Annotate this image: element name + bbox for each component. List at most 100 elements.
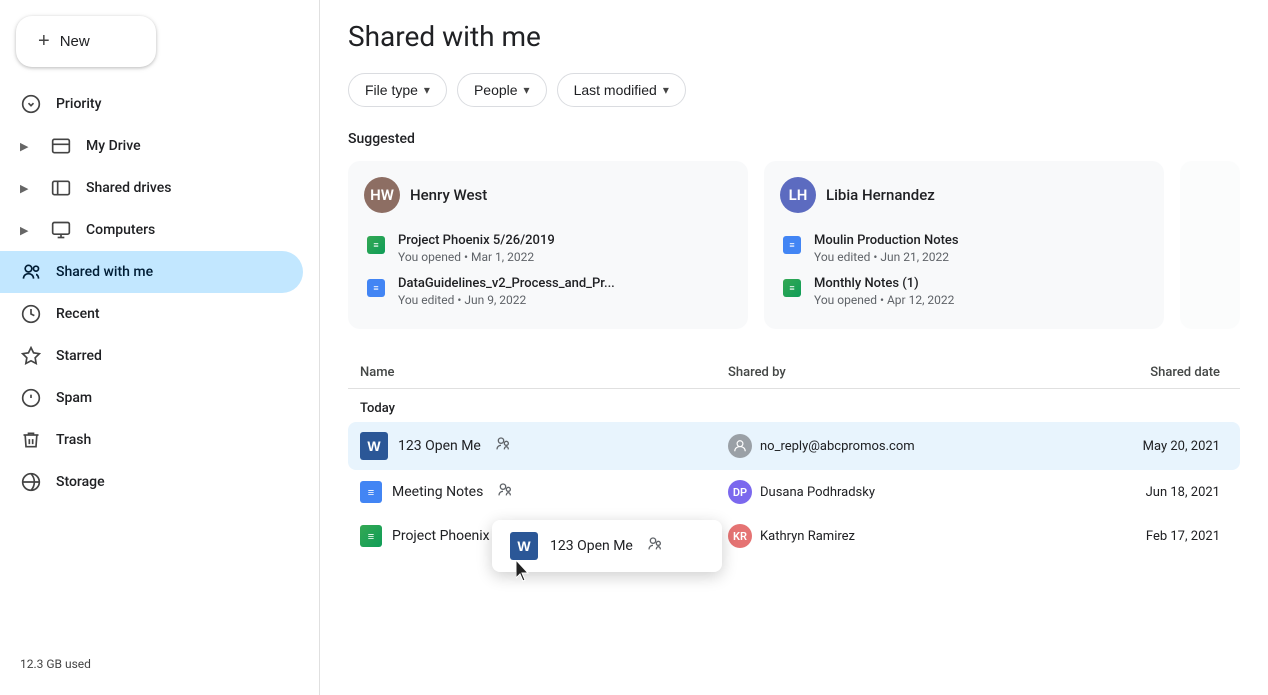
henry-file-1-info: Project Phoenix 5/26/2019 You opened • M… — [398, 233, 555, 264]
file-name-cell-123: W 123 Open Me — [360, 432, 728, 460]
my-drive-arrow: ▶ — [20, 140, 36, 153]
shared-with-me-icon — [20, 261, 42, 283]
starred-icon — [20, 345, 42, 367]
col-shared-date: Shared date — [1028, 365, 1228, 380]
new-button[interactable]: + New — [16, 16, 156, 67]
file-name-phoenix: Project Phoenix — [392, 528, 490, 544]
shared-date-meeting: Jun 18, 2021 — [1028, 485, 1228, 500]
col-name: Name — [360, 365, 728, 380]
henry-file-2[interactable]: ≡ DataGuidelines_v2_Process_and_Pr... Yo… — [364, 270, 732, 313]
col-shared-by: Shared by — [728, 365, 1028, 380]
sidebar-item-trash[interactable]: Trash — [0, 419, 303, 461]
suggested-cards: HW Henry West ≡ Project Phoenix 5/26/201… — [348, 161, 1240, 329]
last-modified-chevron: ▾ — [663, 83, 669, 97]
file-type-label: File type — [365, 82, 418, 98]
shared-date-123: May 20, 2021 — [1028, 439, 1228, 454]
file-type-filter[interactable]: File type ▾ — [348, 73, 447, 107]
shared-by-name-123: no_reply@abcpromos.com — [760, 439, 915, 454]
suggestion-card-henry[interactable]: HW Henry West ≡ Project Phoenix 5/26/201… — [348, 161, 748, 329]
card-user-henry: HW Henry West — [364, 177, 732, 213]
file-row-meeting-notes[interactable]: ≡ Meeting Notes DP Dusana Podhradsky Jun… — [348, 470, 1240, 514]
last-modified-label: Last modified — [574, 82, 657, 98]
docs-icon-libia-1: ≡ — [780, 233, 804, 257]
popup-word-icon: W — [508, 530, 540, 562]
computers-icon — [50, 219, 72, 241]
shared-by-name-phoenix: Kathryn Ramirez — [760, 529, 855, 544]
sidebar-item-computers[interactable]: ▶ Computers — [0, 209, 303, 251]
henry-file-2-name: DataGuidelines_v2_Process_and_Pr... — [398, 276, 615, 291]
shared-drives-arrow: ▶ — [20, 182, 36, 195]
avatar-henry: HW — [364, 177, 400, 213]
my-drive-icon — [50, 135, 72, 157]
libia-file-1[interactable]: ≡ Moulin Production Notes You edited • J… — [780, 227, 1148, 270]
libia-file-2-name: Monthly Notes (1) — [814, 276, 954, 291]
libia-file-1-meta: You edited • Jun 21, 2022 — [814, 250, 959, 264]
file-name-123: 123 Open Me — [398, 438, 481, 454]
popup-shared-icon — [647, 536, 663, 556]
sidebar-item-label: Shared with me — [56, 264, 153, 280]
main-content: Shared with me File type ▾ People ▾ Last… — [320, 0, 1268, 695]
henry-name: Henry West — [410, 186, 487, 204]
file-row-123-open-me[interactable]: W 123 Open Me no_reply@abcpromos.com May… — [348, 422, 1240, 470]
file-list: Name Shared by Shared date Today W 123 O… — [348, 357, 1240, 558]
sidebar-item-recent[interactable]: Recent — [0, 293, 303, 335]
file-list-header: Name Shared by Shared date — [348, 357, 1240, 389]
priority-icon — [20, 93, 42, 115]
sidebar-item-label: Computers — [86, 222, 155, 238]
avatar-generic-123 — [728, 434, 752, 458]
storage-icon — [20, 471, 42, 493]
file-name-cell-meeting: ≡ Meeting Notes — [360, 481, 728, 503]
sidebar-item-storage[interactable]: Storage — [0, 461, 303, 503]
shared-by-cell-phoenix: KR Kathryn Ramirez — [728, 524, 1028, 548]
people-chevron: ▾ — [524, 83, 530, 97]
shared-by-cell-123: no_reply@abcpromos.com — [728, 434, 1028, 458]
libia-file-2[interactable]: ≡ Monthly Notes (1) You opened • Apr 12,… — [780, 270, 1148, 313]
sidebar-item-starred[interactable]: Starred — [0, 335, 303, 377]
shared-drives-icon — [50, 177, 72, 199]
henry-file-2-meta: You edited • Jun 9, 2022 — [398, 293, 615, 307]
people-label: People — [474, 82, 518, 98]
file-row-project-phoenix[interactable]: ≡ Project Phoenix KR Kathryn Ramirez Feb… — [348, 514, 1240, 558]
sidebar-item-label: Starred — [56, 348, 102, 364]
shared-by-cell-meeting: DP Dusana Podhradsky — [728, 480, 1028, 504]
henry-file-1[interactable]: ≡ Project Phoenix 5/26/2019 You opened •… — [364, 227, 732, 270]
henry-file-1-name: Project Phoenix 5/26/2019 — [398, 233, 555, 248]
sidebar-item-label: Spam — [56, 390, 92, 406]
sidebar-item-label: Storage — [56, 474, 105, 490]
suggested-label: Suggested — [348, 131, 1240, 147]
last-modified-filter[interactable]: Last modified ▾ — [557, 73, 686, 107]
computers-arrow: ▶ — [20, 224, 36, 237]
card-user-libia: LH Libia Hernandez — [780, 177, 1148, 213]
shared-icon-meeting — [497, 482, 513, 502]
sidebar-item-label: Priority — [56, 96, 101, 112]
trash-icon — [20, 429, 42, 451]
libia-name: Libia Hernandez — [826, 186, 935, 204]
libia-file-2-meta: You opened • Apr 12, 2022 — [814, 293, 954, 307]
context-popup: W 123 Open Me — [492, 520, 722, 572]
avatar-kathryn: KR — [728, 524, 752, 548]
sidebar-item-label: My Drive — [86, 138, 141, 154]
avatar-dusana: DP — [728, 480, 752, 504]
sidebar: + New Priority ▶ My Drive ▶ Shared drive… — [0, 0, 320, 695]
libia-file-1-info: Moulin Production Notes You edited • Jun… — [814, 233, 959, 264]
sidebar-item-spam[interactable]: Spam — [0, 377, 303, 419]
sidebar-item-my-drive[interactable]: ▶ My Drive — [0, 125, 303, 167]
popup-word-doc-icon: W — [510, 532, 538, 560]
avatar-libia: LH — [780, 177, 816, 213]
sheets-icon-phoenix: ≡ — [360, 525, 382, 547]
sidebar-item-shared-with-me[interactable]: Shared with me — [0, 251, 303, 293]
shared-date-phoenix: Feb 17, 2021 — [1028, 529, 1228, 544]
storage-used-text: 12.3 GB used — [20, 657, 91, 671]
suggestion-card-partial — [1180, 161, 1240, 329]
recent-icon — [20, 303, 42, 325]
sheets-icon-libia-2: ≡ — [780, 276, 804, 300]
page-title: Shared with me — [348, 20, 1240, 53]
sidebar-item-shared-drives[interactable]: ▶ Shared drives — [0, 167, 303, 209]
file-name-meeting: Meeting Notes — [392, 484, 483, 500]
suggestion-card-libia[interactable]: LH Libia Hernandez ≡ Moulin Production N… — [764, 161, 1164, 329]
docs-icon-meeting: ≡ — [360, 481, 382, 503]
people-filter[interactable]: People ▾ — [457, 73, 547, 107]
henry-file-1-meta: You opened • Mar 1, 2022 — [398, 250, 555, 264]
sidebar-item-priority[interactable]: Priority — [0, 83, 303, 125]
spam-icon — [20, 387, 42, 409]
